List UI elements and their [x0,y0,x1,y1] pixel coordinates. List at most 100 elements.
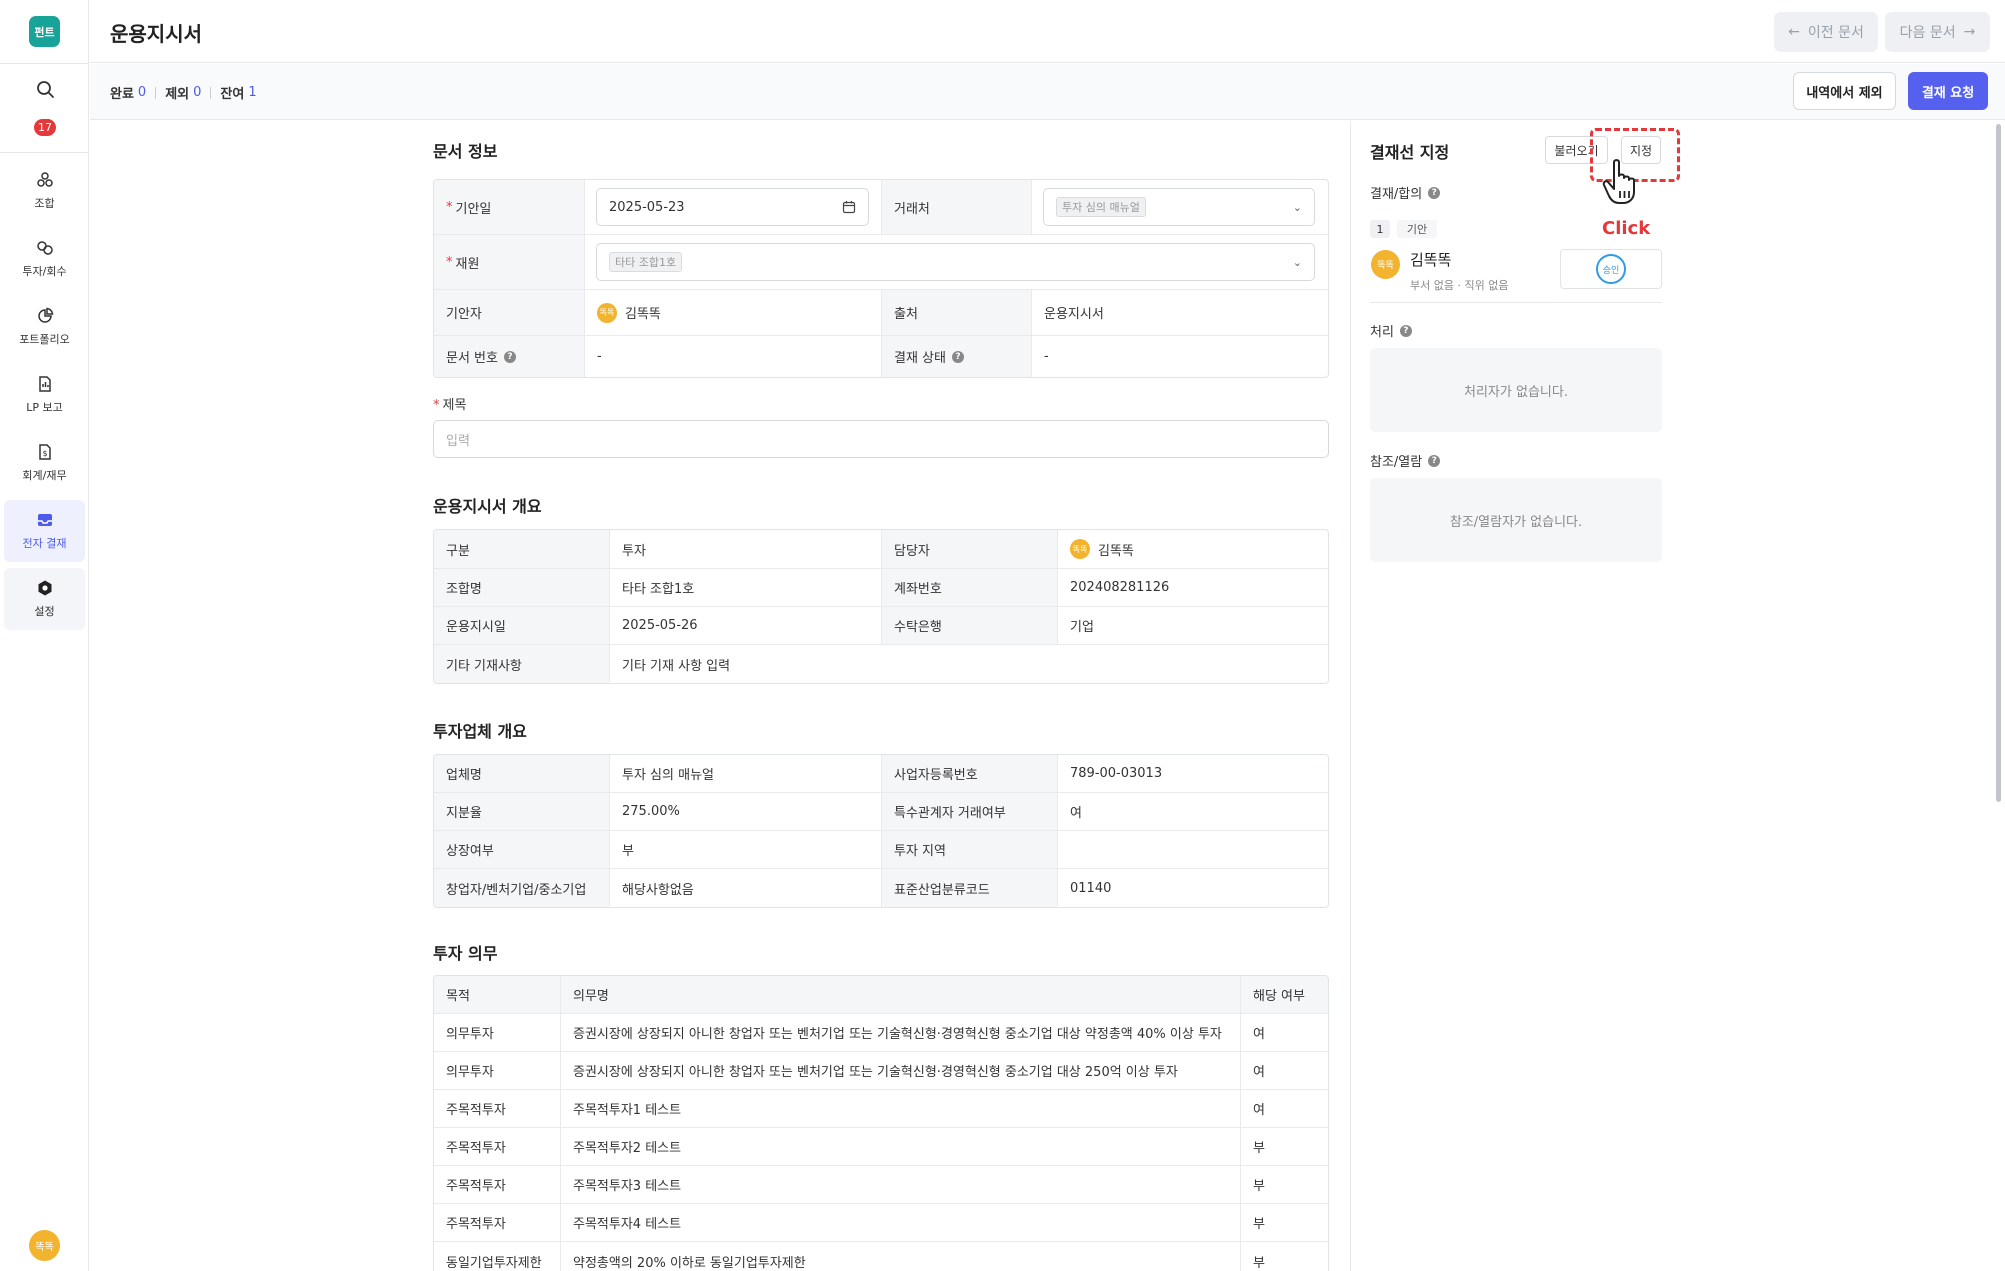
obligation-cell: 주목적투자2 테스트 [561,1128,1241,1165]
sidebar-item-settings[interactable]: 설정 [4,568,85,630]
drafter-value: 똑똑 김똑똑 [585,290,882,335]
obligation-cell: 증권시장에 상장되지 아니한 창업자 또는 벤처기업 또는 기술혁신형·경영혁신… [561,1014,1241,1051]
search-icon[interactable] [34,78,56,100]
divider [210,86,212,99]
fund-name-label: 조합명 [434,569,610,606]
step-type: 기안 [1397,220,1437,238]
sidebar-item-e-approval[interactable]: 전자 결재 [4,500,85,562]
business-number-value: 789-00-03013 [1070,766,1163,781]
column-header: 의무명 [561,976,1241,1013]
obligation-cell: 주목적투자1 테스트 [561,1090,1241,1127]
gear-icon [38,580,51,596]
subject-label: * 제목 [433,398,467,413]
doc-info-table: * 기안일 2025-05-23 거래처 투자 심의 매뉴얼 ⌄ * 재원 타타 조… [433,179,1329,378]
extra-notes-value[interactable]: 기타 기재 사항 입력 [610,645,1328,683]
approved-stamp: 승인 [1596,254,1626,284]
applicable-cell: 부 [1253,1179,1265,1194]
listed-value: 부 [610,831,882,868]
invest-icon [36,241,53,255]
related-party-value: 여 [1070,806,1082,821]
sidebar-item-label: 회계/재무 [22,469,67,482]
company-name-label: 업체명 [434,755,610,792]
extra-notes-label: 기타 기재사항 [434,645,610,683]
applicable-cell: 부 [1253,1255,1265,1271]
listed-label: 상장여부 [434,831,610,868]
instruction-date-label: 운용지시일 [434,607,610,644]
obligation-cell: 주목적투자3 테스트 [561,1166,1241,1203]
arrow-right-icon: → [1963,24,1976,40]
industry-code-value: 01140 [1070,880,1112,896]
draft-date-label: * 기안일 [434,180,585,234]
avatar: 똑똑 [1371,250,1400,279]
purpose-cell: 주목적투자 [434,1090,561,1127]
purpose-cell: 주목적투자 [434,1204,561,1241]
approval-agreement-label: 결재/합의? [1370,183,1441,202]
purpose-cell: 의무투자 [434,1052,561,1089]
related-party-label: 특수관계자 거래여부 [882,793,1058,830]
request-approval-button[interactable]: 결재 요청 [1908,72,1988,110]
approval-status-value: - [1044,349,1049,364]
fund-name-value: 타타 조합1호 [610,569,882,606]
prev-document-button[interactable]: ← 이전 문서 [1774,12,1878,52]
client-select[interactable]: 투자 심의 매뉴얼 ⌄ [1043,188,1315,226]
scrollbar-thumb[interactable] [1996,124,2001,802]
applicable-cell: 여 [1253,1027,1265,1042]
overview-table: 구분 투자 담당자 똑똑 김똑똑 조합명 타타 조합1호 계좌번호 202408… [433,529,1329,684]
company-name-value: 투자 심의 매뉴얼 [610,755,882,792]
fund-label: * 재원 [434,235,585,289]
investment-region-value [1058,831,1328,868]
document-number-label: 문서 번호? [434,336,585,377]
equity-ratio-label: 지분율 [434,793,610,830]
draft-date-input[interactable]: 2025-05-23 [596,188,869,226]
help-icon[interactable]: ? [503,350,516,363]
sidebar-item-union[interactable]: 조합 [4,160,85,222]
applicable-cell: 여 [1253,1103,1265,1118]
sidebar-item-label: 포트폴리오 [19,333,70,346]
section-title-doc-info: 문서 정보 [433,142,498,161]
notification-badge[interactable]: 17 [34,119,56,136]
help-icon[interactable]: ? [951,350,964,363]
sidebar-item-lp-report[interactable]: LP 보고 [4,364,85,426]
processor-empty: 처리자가 없습니다. [1370,348,1662,432]
purpose-cell: 주목적투자 [434,1128,561,1165]
inbox-icon [37,514,52,526]
section-title-company: 투자업체 개요 [433,722,527,741]
obligations-table: 목적 의무명 해당 여부 의무투자 증권시장에 상장되지 아니한 창업자 또는 … [433,975,1329,1271]
sidebar-item-accounting[interactable]: $ 회계/재무 [4,432,85,494]
table-row: 동일기업투자제한 약정총액의 20% 이하로 동일기업투자제한 부 [434,1242,1328,1271]
sidebar-item-label: LP 보고 [26,401,63,414]
account-number-label: 계좌번호 [882,569,1058,606]
exclude-from-list-button[interactable]: 내역에서 제외 [1793,72,1896,110]
approver-department: 부서 없음 · 직위 없음 [1410,279,1509,292]
app-logo[interactable]: 펀트 [29,16,60,47]
applicable-cell: 여 [1253,1065,1265,1080]
calendar-icon [842,201,856,214]
divider [0,152,89,153]
category-label: 구분 [434,530,610,568]
column-header: 해당 여부 [1253,989,1305,1004]
approver-name: 김똑똑 [1410,251,1452,269]
section-title-overview: 운용지시서 개요 [433,497,542,516]
approval-stamp-box: 승인 [1560,249,1662,289]
subject-input[interactable]: 입력 [433,420,1329,458]
processor-label: 처리? [1370,321,1412,340]
help-icon[interactable]: ? [1428,186,1441,199]
help-icon[interactable]: ? [1399,324,1412,337]
done-count: 0 [137,85,147,100]
fund-select[interactable]: 타타 조합1호 ⌄ [596,243,1315,281]
prev-document-label: 이전 문서 [1807,25,1864,41]
progress-stats: 완료 0 제외 0 잔여 1 [110,83,257,102]
help-icon[interactable]: ? [1428,454,1441,467]
fund-tag: 타타 조합1호 [609,252,683,272]
purpose-cell: 동일기업투자제한 [434,1242,561,1271]
sidebar-item-invest[interactable]: 투자/회수 [4,228,85,290]
venture-type-value: 해당사항없음 [610,869,882,907]
obligation-cell: 증권시장에 상장되지 아니한 창업자 또는 벤처기업 또는 기술혁신형·경영혁신… [561,1052,1241,1089]
table-row: 주목적투자 주목적투자1 테스트 여 [434,1090,1328,1128]
user-avatar[interactable]: 똑똑 [29,1230,60,1261]
sidebar: 펀트 17 조합 투자/회수 포트폴리오 LP 보고 $ 회계/재무 전자 결재… [0,0,89,1271]
source-value: 운용지시서 [1044,307,1104,322]
sidebar-item-portfolio[interactable]: 포트폴리오 [4,296,85,358]
document-number-value: - [585,336,882,377]
next-document-button[interactable]: 다음 문서 → [1885,12,1990,52]
